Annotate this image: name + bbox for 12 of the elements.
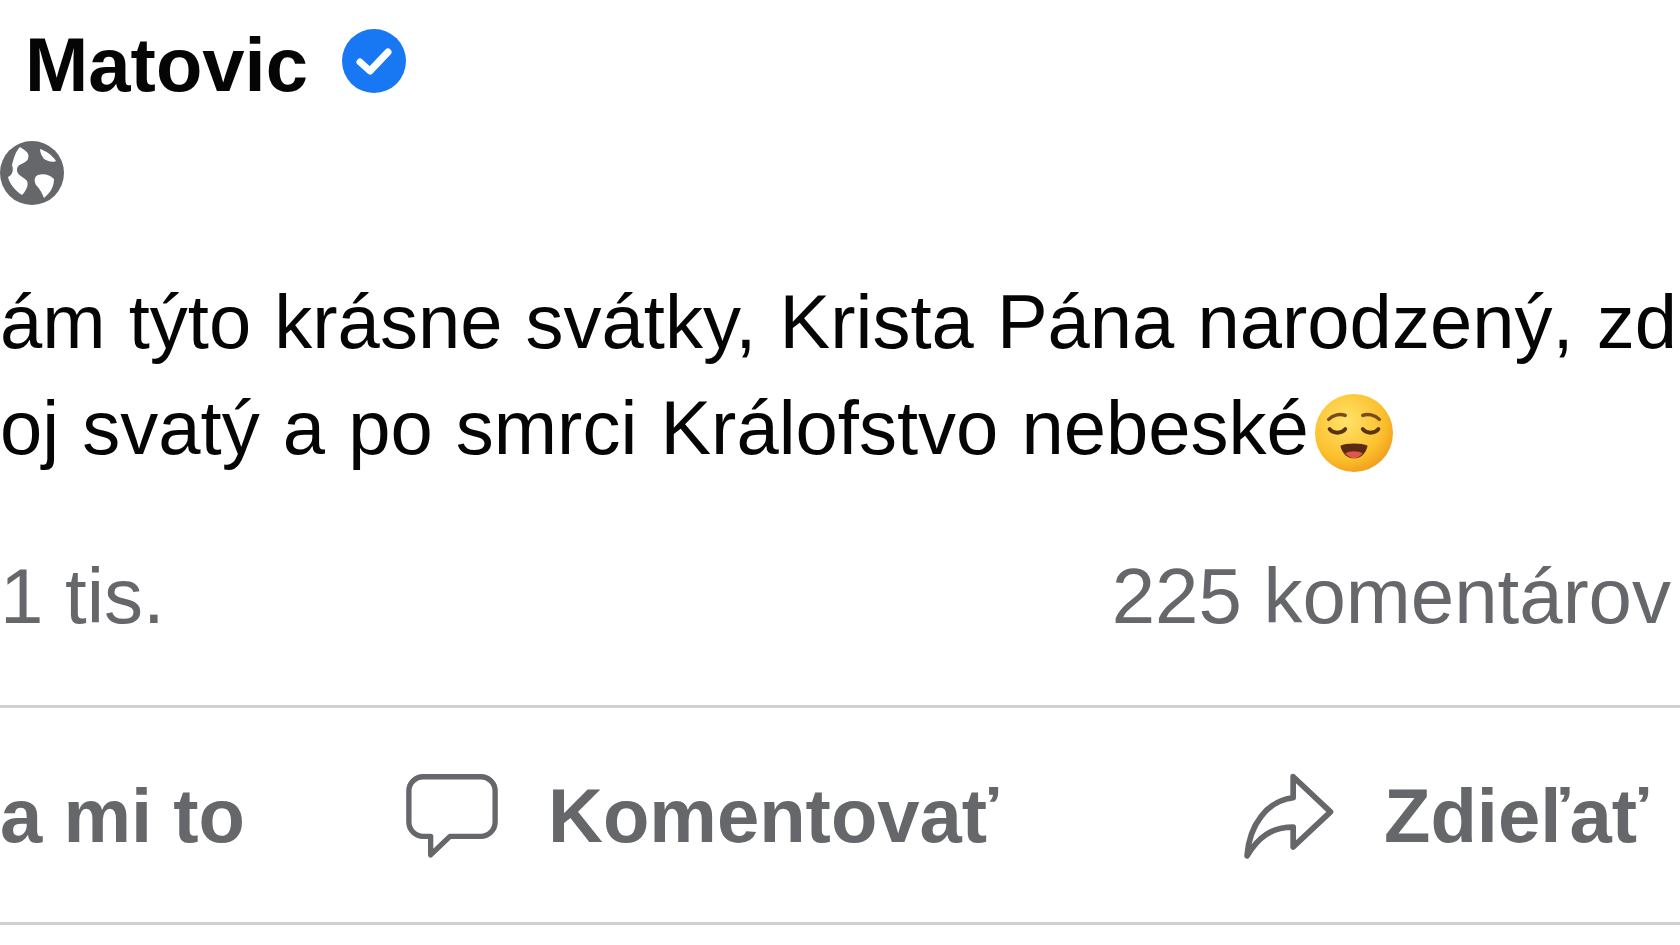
author-name[interactable]: Matovic xyxy=(25,22,308,107)
post-text: ám týto krásne svátky, Krista Pána narodzený, zd xyxy=(0,278,1677,366)
comment-button[interactable]: Komentovať xyxy=(406,771,999,861)
share-arrow-icon xyxy=(1244,773,1334,859)
relieved-face-icon xyxy=(1314,393,1393,473)
globe-icon[interactable] xyxy=(0,141,64,205)
like-button[interactable]: a mi to xyxy=(0,771,245,861)
comments-count[interactable]: 225 komentárov xyxy=(1111,552,1671,640)
speech-bubble-icon xyxy=(406,773,498,859)
reactions-count[interactable]: 1 tis. xyxy=(0,552,165,640)
share-button[interactable]: Zdieľať xyxy=(1244,771,1649,861)
post-text: oj svatý a po smrci Králofstvo nebeské xyxy=(0,384,1309,472)
